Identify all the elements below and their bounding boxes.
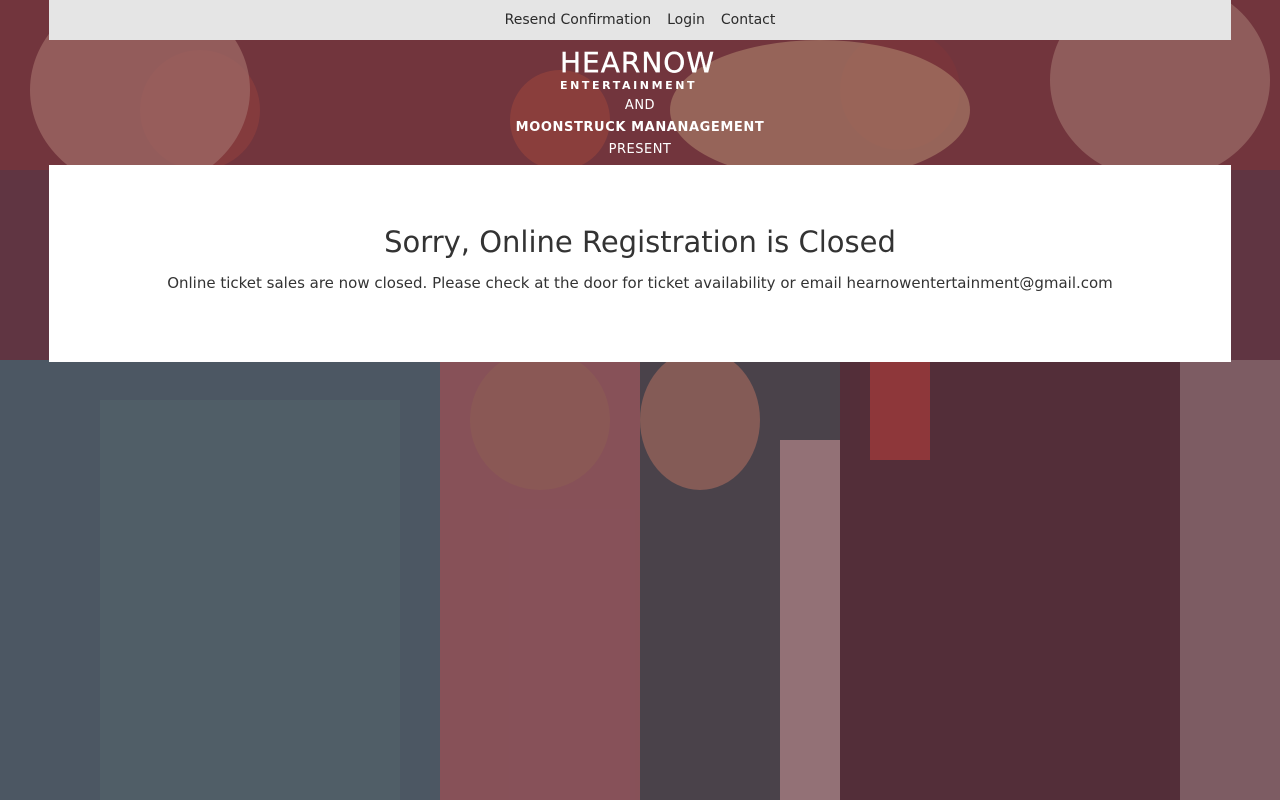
resend-confirmation-link[interactable]: Resend Confirmation (505, 12, 651, 28)
page-title: Sorry, Online Registration is Closed (384, 225, 896, 259)
management-text: MOONSTRUCK MANANAGEMENT (515, 120, 765, 135)
page: Resend Confirmation Login Contact HEARNO… (0, 0, 1280, 800)
logo-primary-text: HEARNOW (560, 46, 716, 79)
hearnow-logo: HEARNOW ENTERTAINMENT (560, 46, 722, 93)
logo-secondary-text: ENTERTAINMENT (560, 79, 698, 92)
and-text: AND (624, 98, 656, 113)
closed-message: Online ticket sales are now closed. Plea… (167, 274, 1113, 292)
login-link[interactable]: Login (667, 12, 705, 28)
brand-header: HEARNOW ENTERTAINMENT AND MOONSTRUCK MAN… (0, 40, 1280, 165)
registration-closed-card: Sorry, Online Registration is Closed Onl… (49, 165, 1231, 362)
contact-link[interactable]: Contact (721, 12, 775, 28)
top-nav: Resend Confirmation Login Contact (49, 0, 1231, 40)
present-text: PRESENT (608, 142, 672, 157)
